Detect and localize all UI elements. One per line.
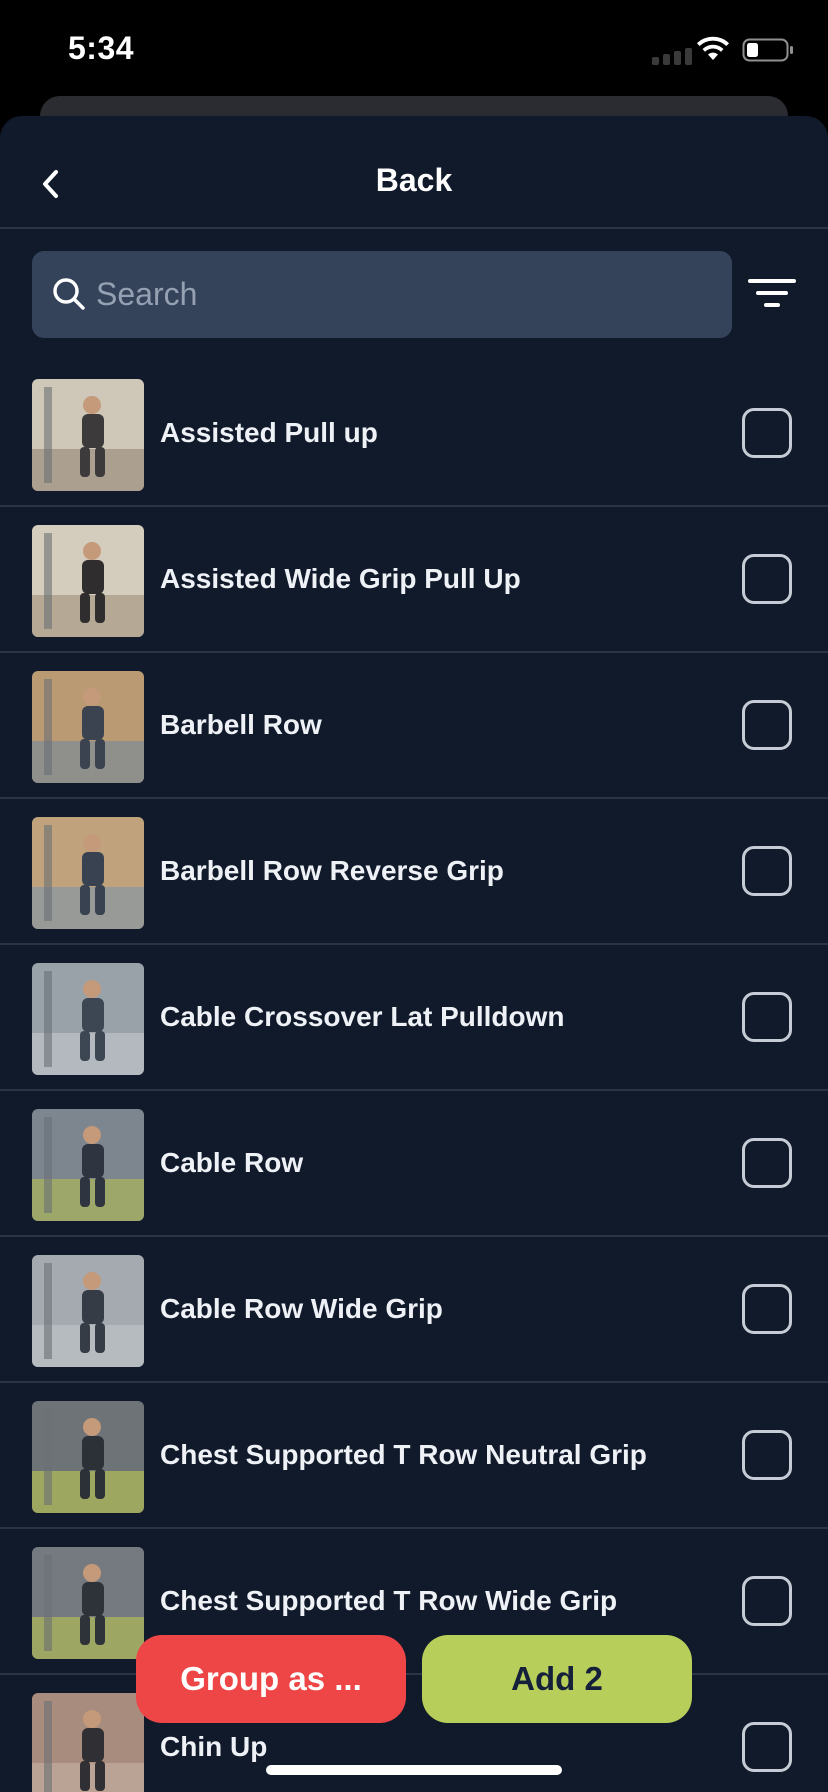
exercise-checkbox[interactable] [742, 1430, 792, 1480]
exercise-name: Cable Row Wide Grip [160, 1293, 443, 1324]
exercise-thumbnail [32, 1693, 144, 1792]
navigation-bar: Back [0, 116, 828, 229]
exercise-name: Barbell Row Reverse Grip [160, 855, 504, 886]
exercise-checkbox[interactable] [742, 700, 792, 750]
status-time: 5:34 [68, 30, 135, 66]
list-item[interactable]: Chest Supported T Row Wide Grip [0, 1529, 828, 1675]
home-indicator [266, 1765, 562, 1775]
group-as-button[interactable]: Group as ... [136, 1635, 406, 1723]
status-bar: 5:34 [0, 0, 828, 100]
exercise-name: Assisted Pull up [160, 417, 378, 448]
exercise-thumbnail [32, 817, 144, 929]
list-item[interactable]: Cable Crossover Lat Pulldown [0, 945, 828, 1091]
exercise-checkbox[interactable] [742, 1722, 792, 1772]
exercise-checkbox[interactable] [742, 554, 792, 604]
exercise-checkbox[interactable] [742, 1284, 792, 1334]
exercise-thumbnail [32, 1401, 144, 1513]
list-item[interactable]: Assisted Wide Grip Pull Up [0, 507, 828, 653]
list-item[interactable]: Barbell Row [0, 653, 828, 799]
list-item[interactable]: Chest Supported T Row Neutral Grip [0, 1383, 828, 1529]
exercise-thumbnail [32, 963, 144, 1075]
exercise-thumbnail [32, 1109, 144, 1221]
add-button[interactable]: Add 2 [422, 1635, 692, 1723]
exercise-thumbnail [32, 379, 144, 491]
exercise-picker-sheet: Back Assisted Pull up Assisted Wide Grip … [0, 116, 828, 1792]
exercise-checkbox[interactable] [742, 846, 792, 896]
exercise-thumbnail [32, 1255, 144, 1367]
exercise-checkbox[interactable] [742, 1576, 792, 1626]
exercise-name: Cable Crossover Lat Pulldown [160, 1001, 565, 1032]
cellular-signal-icon [652, 48, 692, 65]
battery-icon [742, 38, 793, 62]
list-item[interactable]: Cable Row [0, 1091, 828, 1237]
exercise-checkbox[interactable] [742, 408, 792, 458]
exercise-name: Barbell Row [160, 709, 322, 740]
wifi-icon [697, 36, 729, 60]
exercise-list: Assisted Pull up Assisted Wide Grip Pull … [0, 361, 828, 1792]
exercise-thumbnail [32, 525, 144, 637]
exercise-name: Cable Row [160, 1147, 304, 1178]
search-row [0, 229, 828, 361]
exercise-name: Chest Supported T Row Neutral Grip [160, 1439, 647, 1470]
exercise-thumbnail [32, 671, 144, 783]
exercise-checkbox[interactable] [742, 992, 792, 1042]
exercise-name: Assisted Wide Grip Pull Up [160, 563, 521, 594]
search-field[interactable] [32, 251, 732, 338]
filter-icon[interactable] [748, 277, 796, 313]
exercise-checkbox[interactable] [742, 1138, 792, 1188]
list-item[interactable]: Assisted Pull up [0, 361, 828, 507]
search-icon [53, 278, 85, 310]
search-input[interactable] [96, 251, 696, 338]
list-item[interactable]: Cable Row Wide Grip [0, 1237, 828, 1383]
back-button[interactable]: Back [0, 162, 828, 199]
list-item[interactable]: Barbell Row Reverse Grip [0, 799, 828, 945]
exercise-thumbnail [32, 1547, 144, 1659]
